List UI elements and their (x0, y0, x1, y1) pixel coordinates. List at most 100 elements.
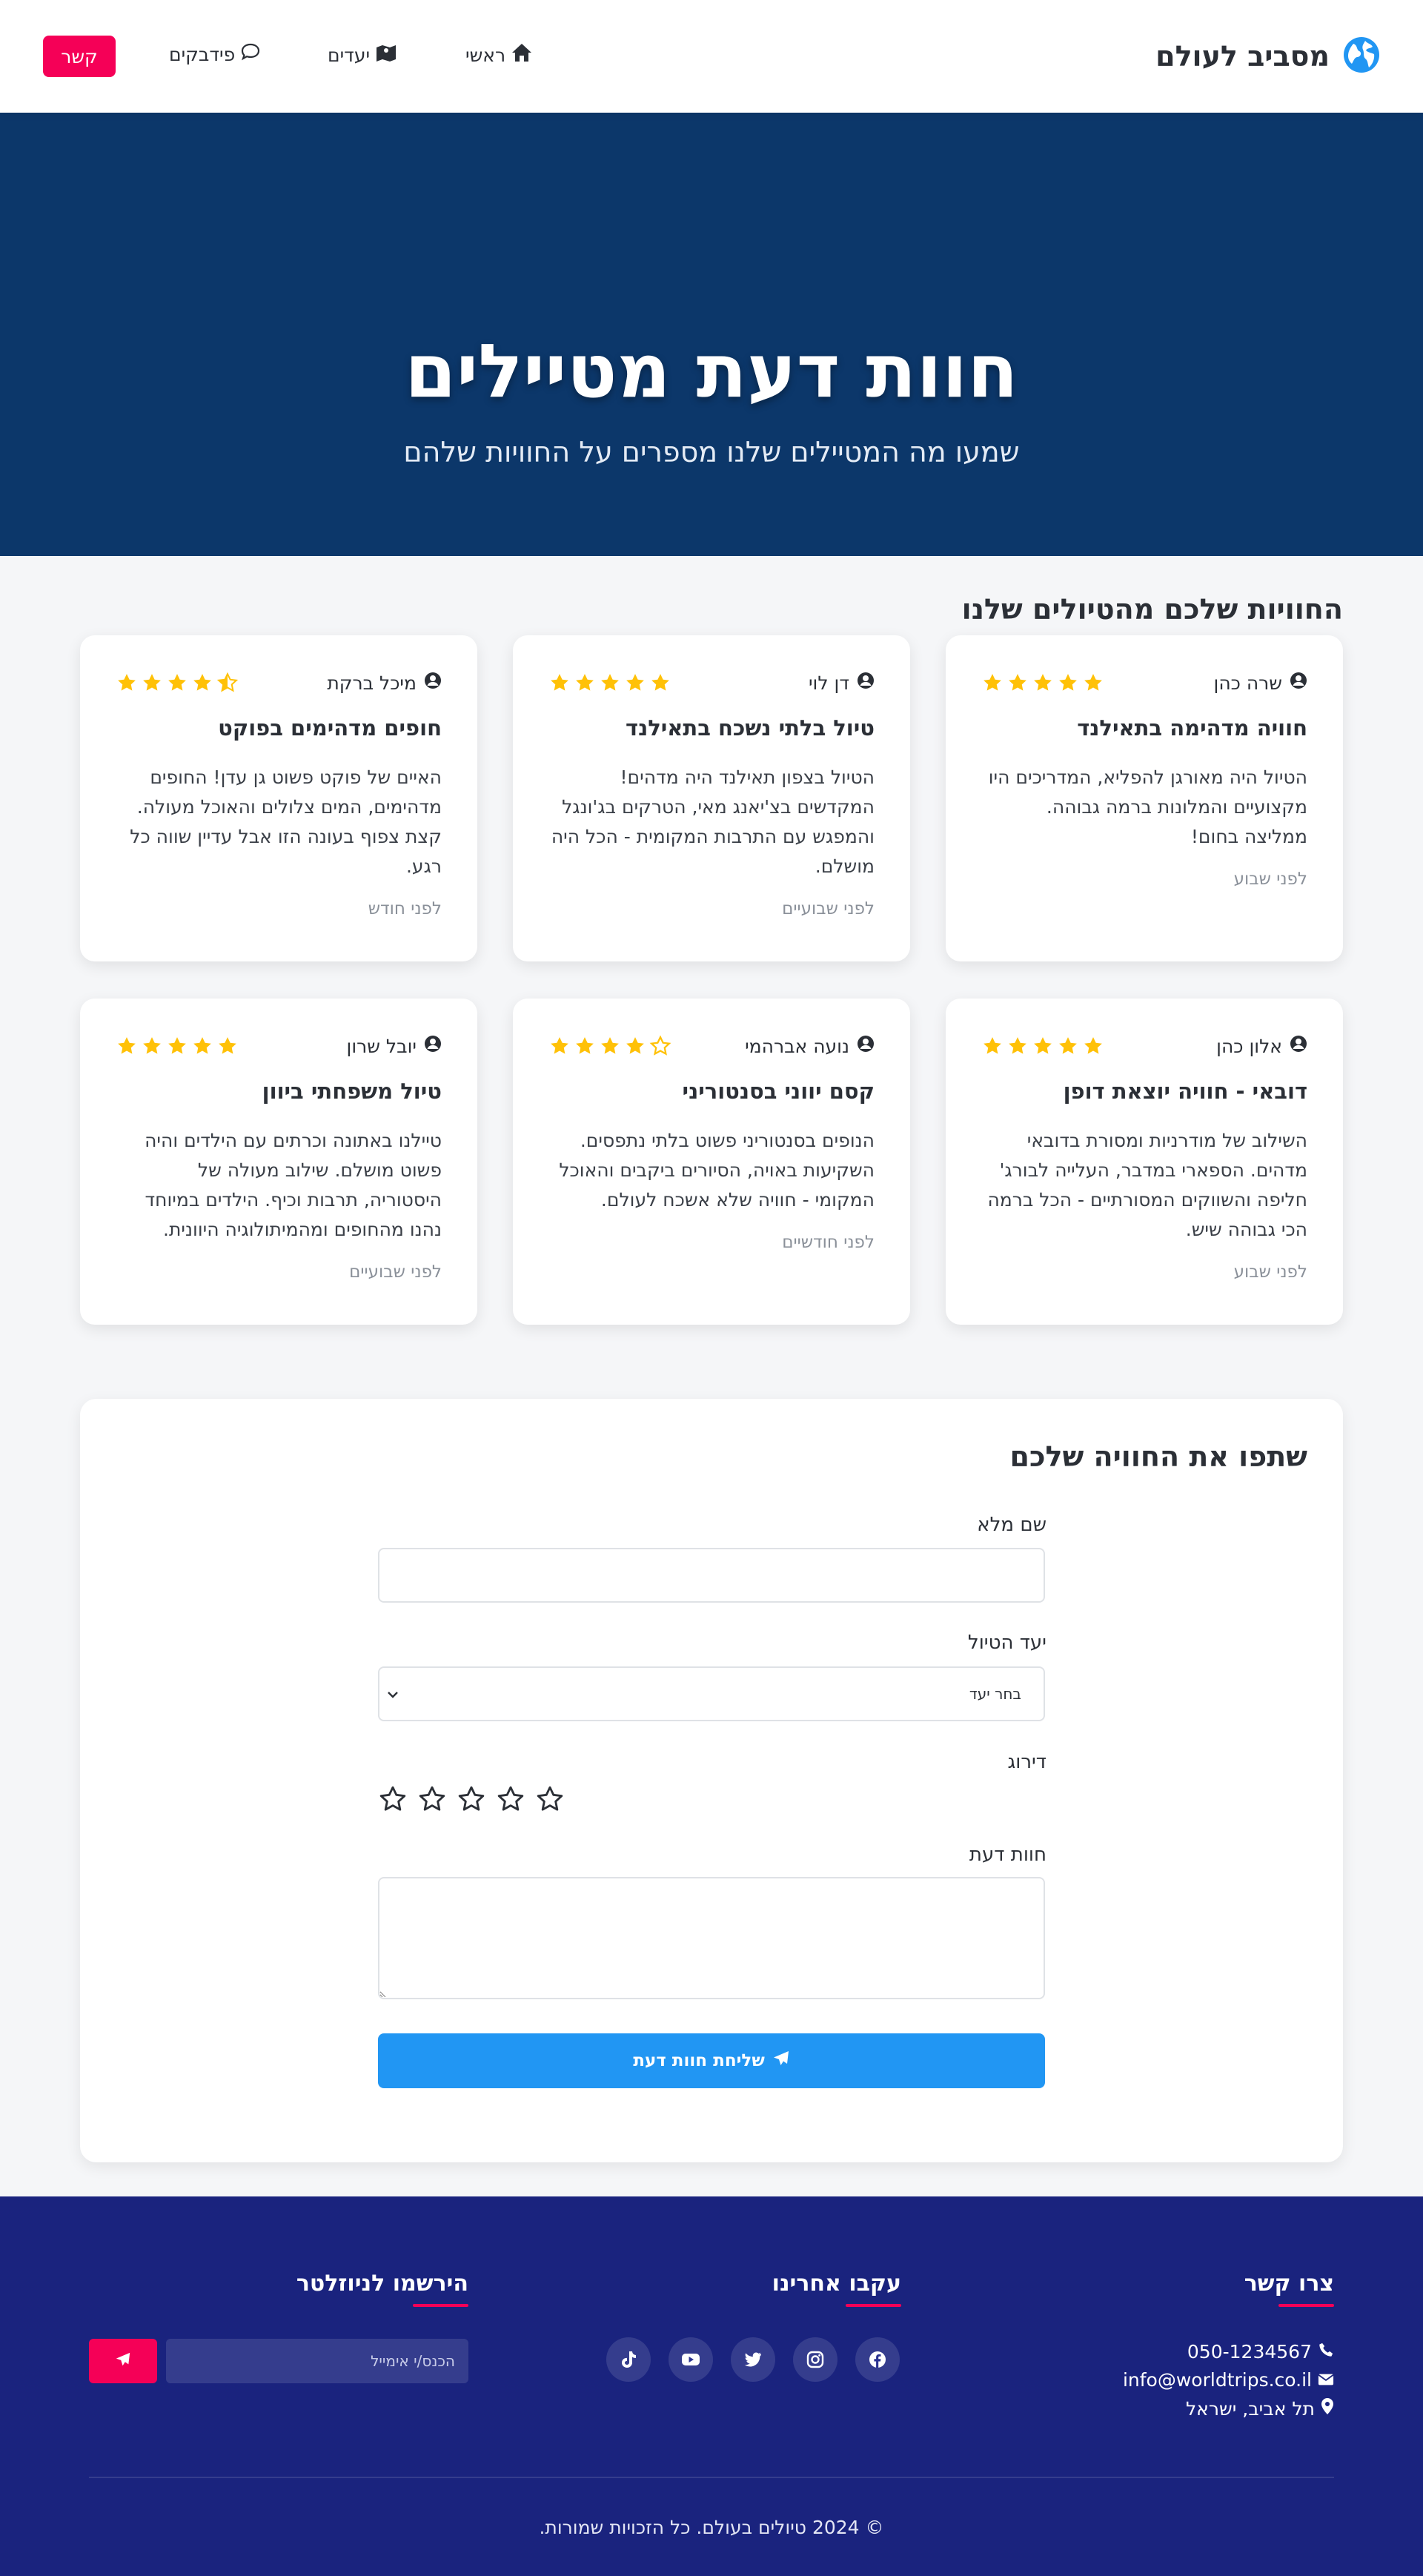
envelope-icon (1318, 2369, 1334, 2391)
star-filled-icon (143, 674, 161, 691)
footer-divider (89, 2477, 1334, 2478)
reviewer: נועה אברהמי (745, 1035, 875, 1057)
reviewer: מיכל ברקת (327, 672, 442, 694)
newsletter-submit-button[interactable] (89, 2339, 157, 2383)
review-rating (548, 672, 671, 694)
star-filled-icon (118, 1037, 136, 1054)
review-rating (981, 1035, 1104, 1057)
star-half-icon (216, 672, 239, 692)
reviewer: דן לוי (809, 672, 875, 694)
nav-feedback[interactable]: פידבקים (169, 43, 260, 65)
review-text: הטיול היה מאורגן להפליא, המדריכים היו מק… (988, 766, 1307, 847)
twitter-icon[interactable] (731, 2337, 775, 2382)
review-time: לפני שבוע (1233, 870, 1307, 889)
star-filled-icon (984, 1037, 1001, 1054)
facebook-icon[interactable] (855, 2337, 900, 2382)
rating-label: דירוג (1007, 1751, 1046, 1773)
star-empty-icon (649, 1035, 671, 1056)
review-title: חוויה מדהימה בתאילנד (1077, 715, 1307, 741)
nav-destinations[interactable]: יעדים (328, 43, 397, 67)
phone-icon (1318, 2341, 1334, 2363)
star-filled-icon (193, 674, 211, 691)
star-filled-icon (1034, 674, 1052, 691)
footer-email-text: info@worldtrips.co.il (1122, 2369, 1312, 2391)
reviewer: שרה כהן (1214, 672, 1307, 694)
review-card: שרה כהן חוויה מדהימה בתאילנד הטיול היה מ… (946, 635, 1343, 961)
star-filled-icon (1034, 1037, 1052, 1054)
review-card: אלון כהן דובאי - חוויה יוצאת דופן השילוב… (946, 999, 1343, 1325)
globe-icon (1343, 36, 1380, 76)
review-time: לפני חודש (368, 899, 442, 918)
star-outline-icon[interactable] (535, 1784, 565, 1814)
destination-label: יעד הטיול (967, 1632, 1046, 1654)
user-circle-icon (857, 672, 875, 694)
footer-address: תל אביב, ישראל (1186, 2397, 1334, 2420)
user-circle-icon (424, 1035, 442, 1057)
chevron-down-icon (387, 1685, 399, 1703)
reviewer-name: דן לוי (808, 672, 849, 694)
review-text: האיים של פוקט פשוט גן עדן! החופים מדהימי… (130, 766, 442, 877)
star-filled-icon (576, 674, 594, 691)
review-time: לפני חודשיים (782, 1233, 875, 1252)
form-title: שתפו את החוויה שלכם (1009, 1440, 1307, 1473)
star-filled-icon (651, 674, 669, 691)
contact-button[interactable]: קשר (43, 36, 116, 77)
star-outline-icon[interactable] (378, 1784, 408, 1814)
review-time: לפני שבועיים (349, 1262, 442, 1282)
home-icon (511, 43, 532, 67)
review-text: הנופים בסנטוריני פשוט בלתי נתפסים. השקיע… (559, 1130, 875, 1211)
newsletter-email-input[interactable] (166, 2339, 468, 2383)
submit-review-button[interactable]: שליחת חוות דעת (378, 2033, 1045, 2088)
reviewer-name: אלון כהן (1216, 1035, 1282, 1057)
star-filled-icon (168, 674, 186, 691)
reviewer-name: יובל שרון (346, 1035, 417, 1057)
navbar: מסביב לעולם ראשי יעדים פידבקים קשר (0, 0, 1423, 113)
star-filled-icon (1009, 674, 1026, 691)
star-filled-icon (143, 1037, 161, 1054)
star-outline-icon[interactable] (457, 1784, 486, 1814)
hero-subtitle: שמעו מה המטיילים שלנו מספרים על החוויות … (403, 436, 1020, 468)
review-time: לפני שבוע (1233, 1262, 1307, 1282)
nav-destinations-label: יעדים (328, 44, 371, 66)
footer-email[interactable]: info@worldtrips.co.il (1123, 2369, 1334, 2391)
youtube-icon[interactable] (669, 2337, 713, 2382)
review-label: חוות דעת (969, 1844, 1046, 1866)
destination-selected: בחר יעד (969, 1685, 1021, 1703)
star-filled-icon (219, 1037, 236, 1054)
social-links (606, 2337, 900, 2382)
star-filled-icon (626, 1037, 644, 1054)
review-textarea[interactable] (378, 1877, 1045, 1999)
tiktok-icon[interactable] (606, 2337, 651, 2382)
user-circle-icon (857, 1035, 875, 1057)
reviews-section-title: החוויות שלכם מהטיולים שלנו (961, 593, 1343, 626)
star-filled-icon (626, 674, 644, 691)
nav-home-label: ראשי (465, 44, 506, 66)
star-filled-icon (551, 674, 568, 691)
name-input[interactable] (378, 1548, 1045, 1603)
nav-home[interactable]: ראשי (465, 43, 532, 67)
copyright: © 2024 טיולים בעולם. כל הזכויות שמורות. (539, 2517, 884, 2538)
footer-address-text: תל אביב, ישראל (1185, 2397, 1315, 2420)
destination-select[interactable]: בחר יעד (378, 1666, 1045, 1721)
star-filled-icon (118, 674, 136, 691)
star-filled-icon (168, 1037, 186, 1054)
star-outline-icon[interactable] (417, 1784, 447, 1814)
rating-input[interactable] (378, 1784, 565, 1814)
review-rating (116, 672, 239, 694)
review-text: טיילנו באתונה וכרתים עם הילדים והיה פשוט… (145, 1130, 442, 1240)
review-rating (548, 1035, 671, 1057)
footer-phone[interactable]: 050-1234567 (1187, 2341, 1334, 2363)
main-nav: ראשי יעדים פידבקים קשר (0, 0, 667, 113)
review-title: טיול משפחתי ביוון (262, 1079, 442, 1104)
star-filled-icon (1084, 674, 1102, 691)
instagram-icon[interactable] (793, 2337, 837, 2382)
footer-follow-title: עקבו אחרינו (772, 2271, 902, 2307)
star-filled-icon (193, 1037, 211, 1054)
star-outline-icon[interactable] (496, 1784, 525, 1814)
review-card: נועה אברהמי קסם יווני בסנטוריני הנופים ב… (513, 999, 910, 1325)
review-title: טיול בלתי נשכח בתאילנד (626, 715, 875, 741)
star-filled-icon (1059, 674, 1077, 691)
brand-logo[interactable]: מסביב לעולם (1155, 33, 1380, 80)
paper-plane-icon (772, 2050, 790, 2072)
star-filled-icon (551, 1037, 568, 1054)
